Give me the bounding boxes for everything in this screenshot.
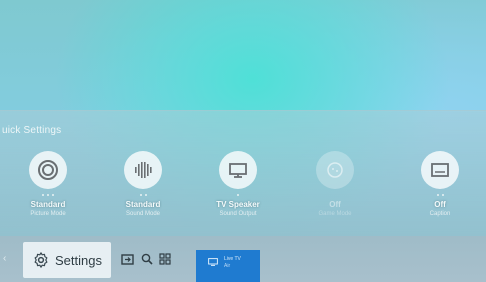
gear-icon (32, 251, 50, 269)
live-tv-title: Live TV (224, 256, 241, 262)
picture-mode-label: Picture Mode (30, 211, 66, 217)
left-edge-arrow-icon: ‹ (3, 253, 7, 264)
sound-output-label: Sound Output (219, 211, 257, 217)
quick-setting-picture-mode[interactable]: Standard Picture Mode (8, 151, 88, 233)
quick-setting-sound-output[interactable]: TV Speaker Sound Output (198, 151, 278, 233)
search-icon[interactable] (140, 252, 154, 266)
picture-mode-icon (29, 151, 67, 189)
apps-icon[interactable] (158, 252, 172, 266)
live-tv-subtitle: Air (224, 263, 231, 269)
caption-label: Caption (429, 211, 451, 217)
tv-icon (208, 258, 218, 266)
caption-value: Off (434, 200, 446, 209)
option-dots (436, 194, 444, 197)
option-dots (237, 194, 239, 197)
settings-button[interactable]: Settings (23, 242, 111, 278)
quick-setting-caption[interactable]: Off Caption (400, 151, 480, 233)
quick-settings-title: uick Settings (2, 125, 62, 136)
tv-speaker-icon (219, 151, 257, 189)
caption-icon (421, 151, 459, 189)
option-dots (139, 194, 147, 197)
game-mode-icon (316, 151, 354, 189)
quick-setting-sound-mode[interactable]: Standard Sound Mode (103, 151, 183, 233)
live-tv-tile[interactable]: Live TV Air (196, 250, 260, 282)
sound-mode-icon (124, 151, 162, 189)
settings-label: Settings (55, 252, 102, 268)
sound-mode-value: Standard (125, 200, 161, 209)
picture-mode-value: Standard (30, 200, 66, 209)
quick-setting-game-mode: Off Game Mode (295, 151, 375, 233)
sound-mode-label: Sound Mode (125, 211, 161, 217)
game-mode-label: Game Mode (318, 211, 352, 217)
option-dots (42, 194, 54, 197)
source-icon[interactable] (120, 252, 134, 266)
game-mode-value: Off (329, 200, 341, 209)
sound-output-value: TV Speaker (216, 200, 260, 209)
quick-settings-panel: uick Settings Standard Picture Mode Stan… (0, 110, 486, 237)
